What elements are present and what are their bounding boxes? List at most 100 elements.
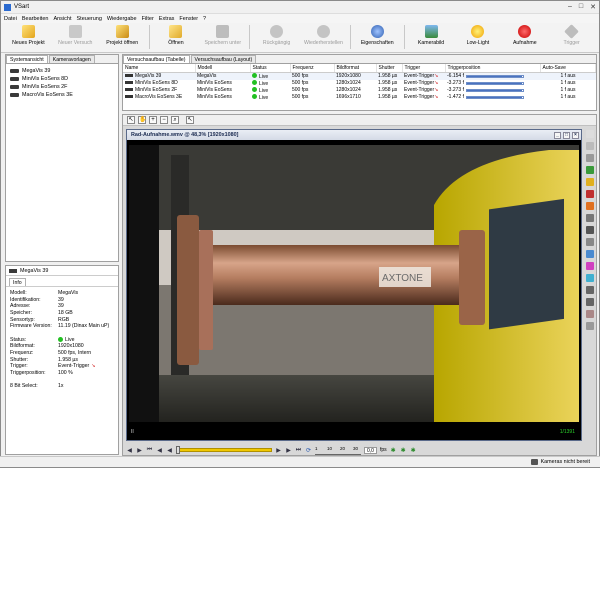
image-minimize-icon[interactable]: _ (554, 131, 561, 139)
menu-bearbeiten[interactable]: Bearbeiten (22, 16, 49, 22)
menu-wiedergabe[interactable]: Wiedergabe (107, 16, 137, 22)
pen-icon[interactable] (586, 286, 594, 294)
yellow-filter-icon[interactable] (586, 178, 594, 186)
trigger-position-bar[interactable] (465, 88, 524, 92)
hand-tool-icon[interactable]: ✋ (138, 116, 146, 124)
seek-knob[interactable] (176, 446, 180, 454)
open-project-button[interactable]: Projekt öffnen (99, 25, 146, 52)
tab-info[interactable]: Info (9, 278, 26, 286)
to-end-icon[interactable]: ⏭ (295, 447, 302, 454)
col-shutter[interactable]: Shutter (376, 64, 403, 73)
rgb-filter-icon[interactable] (586, 190, 594, 198)
settings-icon[interactable] (586, 322, 594, 330)
fps-input[interactable]: 0,0 (364, 446, 377, 454)
tree-item-camera[interactable]: MacroVis EoSens 3E (8, 91, 116, 99)
trigger-position-bar[interactable] (465, 81, 524, 85)
palette-icon[interactable] (586, 250, 594, 258)
camera-image-button[interactable]: Kamerabild (408, 25, 455, 52)
image-maximize-icon[interactable]: □ (563, 131, 570, 139)
col-bildformat[interactable]: Bildformat (334, 64, 377, 73)
edge-icon[interactable] (586, 214, 594, 222)
trigger-position-bar[interactable] (465, 74, 524, 78)
col-autosave[interactable]: Auto-Save (540, 64, 596, 73)
camera-image: AXTONE (129, 145, 579, 422)
cell-triggerposition: -1.472 f (445, 94, 540, 101)
step-forward-icon[interactable]: ▶ (285, 447, 292, 454)
menu-help[interactable]: ? (203, 16, 206, 22)
play-icon[interactable]: ▶ (275, 447, 282, 454)
col-frequenz[interactable]: Frequenz (290, 64, 335, 73)
undo-button[interactable]: Rückgängig (253, 25, 300, 52)
info-row: Frequenz: 500 fps, Intern (10, 350, 92, 357)
play-backward-icon[interactable]: ▶ (136, 447, 143, 454)
menu-ansicht[interactable]: Ansicht (53, 16, 71, 22)
pointer-tool-icon[interactable]: ↖ (186, 116, 194, 124)
zoom-out-icon[interactable]: − (160, 116, 168, 124)
menu-filter[interactable]: Filter (142, 16, 154, 22)
table-row[interactable]: MiniVis EoSens 8D MiniVis EoSens Live 500 f… (123, 79, 596, 87)
histogram-icon[interactable] (586, 154, 594, 162)
trigger-curve-icon: ↘ (434, 87, 439, 93)
table-row[interactable]: MegaVis 39 MegaVis Live 500 fps 1920x1080 1.9… (123, 72, 596, 80)
trigger-button[interactable]: Trigger (548, 24, 595, 52)
tab-kameravorlagen[interactable]: Kameravorlagen (48, 55, 95, 63)
col-triggerposition[interactable]: Triggerposition (445, 64, 541, 73)
target-icon[interactable] (586, 310, 594, 318)
zoom-in-icon[interactable]: + (149, 116, 157, 124)
tree-item-camera[interactable]: MegaVis 39 (8, 67, 116, 75)
tab-versuchsaufbau-layout[interactable]: Versuchsaufbau (Layout) (190, 55, 257, 63)
info-row: Adresse: 39 (10, 303, 64, 310)
tab-versuchsaufbau-tabelle[interactable]: Versuchsaufbau (Tabelle) (123, 55, 190, 63)
redo-button[interactable]: Wiederherstellen (300, 25, 347, 52)
marker-out-icon[interactable]: ✱ (410, 447, 417, 454)
saturation-icon[interactable] (586, 274, 594, 282)
gamma-icon[interactable] (586, 238, 594, 246)
col-status[interactable]: Status (250, 64, 291, 73)
low-light-button[interactable]: Low-Light (454, 25, 501, 52)
loop-icon[interactable]: ⟳ (305, 447, 312, 454)
select-tool-icon[interactable]: ↖ (127, 116, 135, 124)
table-row[interactable]: MiniVis EoSens 2F MiniVis EoSens Live 500 f… (123, 86, 596, 94)
pencil-icon[interactable] (586, 298, 594, 306)
properties-button[interactable]: Eigenschaften (354, 25, 401, 52)
color-filter-icon[interactable] (586, 166, 594, 174)
prev-icon[interactable]: ◀ (166, 447, 173, 454)
save-as-button[interactable]: Speichern unter (199, 25, 246, 52)
step-back-icon[interactable]: ◀ (156, 447, 163, 454)
trigger-position-bar[interactable] (465, 95, 524, 99)
info-row: Status: Live (10, 336, 75, 343)
new-trial-button[interactable]: Neuer Versuch (52, 25, 99, 52)
col-modell[interactable]: Modell (195, 64, 251, 73)
speed-scale[interactable]: 1 10 20 30 (315, 446, 361, 455)
marker-icon[interactable]: ✱ (390, 447, 397, 454)
tab-systemansicht[interactable]: Systemansicht (6, 55, 48, 63)
table-row[interactable]: MacroVis EoSens 3E MiniVis EoSens Live 500 … (123, 93, 596, 101)
info-body: Modell: MegaVis Identifikation: 39 Adresse… (6, 287, 118, 393)
contrast-icon[interactable] (586, 142, 594, 150)
marker-in-icon[interactable]: ✱ (400, 447, 407, 454)
menu-steuerung[interactable]: Steuerung (77, 16, 102, 22)
col-name[interactable]: Name (123, 64, 196, 73)
invert-icon[interactable] (586, 226, 594, 234)
hue-icon[interactable] (586, 262, 594, 270)
open-button[interactable]: Öffnen (153, 25, 200, 52)
maximize-icon[interactable]: □ (579, 3, 583, 11)
menu-fenster[interactable]: Fenster (179, 16, 198, 22)
tree-item-camera[interactable]: MiniVis EoSens 2F (8, 83, 116, 91)
seek-slider[interactable] (176, 446, 272, 454)
cell-trigger: Event-Trigger↘ (402, 72, 445, 80)
minimize-icon[interactable]: – (568, 3, 572, 11)
new-project-button[interactable]: Neues Projekt (5, 25, 52, 52)
to-start-icon[interactable]: ⏮ (146, 447, 153, 454)
tree-item-camera[interactable]: MiniVis EoSens 8D (8, 75, 116, 83)
menu-extras[interactable]: Extras (159, 16, 175, 22)
brightness-icon[interactable] (586, 130, 594, 138)
close-icon[interactable]: ✕ (590, 3, 596, 11)
first-frame-icon[interactable]: ◀ (126, 447, 133, 454)
menu-datei[interactable]: Datei (4, 16, 17, 22)
sharpen-icon[interactable] (586, 202, 594, 210)
col-trigger[interactable]: Trigger (402, 64, 446, 73)
zoom-fit-icon[interactable]: ⌕ (171, 116, 179, 124)
image-close-icon[interactable]: × (572, 131, 579, 139)
record-button[interactable]: Aufnahme (501, 25, 548, 52)
